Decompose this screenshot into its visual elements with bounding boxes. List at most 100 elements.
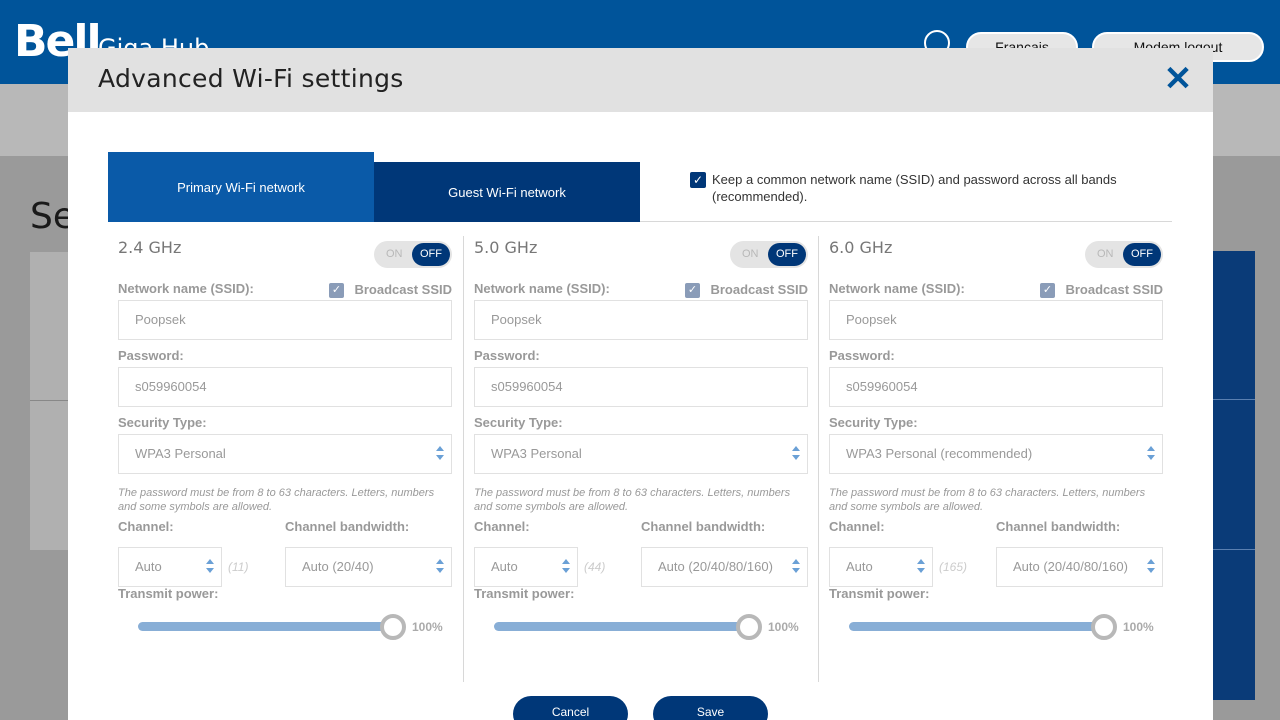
bandwidth-value: Auto (20/40/80/160)	[658, 559, 773, 574]
ssid-label: Network name (SSID):	[829, 281, 965, 296]
password-hint: The password must be from 8 to 63 charac…	[118, 487, 435, 513]
broadcast-ssid-label: Broadcast SSID	[710, 282, 808, 297]
modal-header: Advanced Wi-Fi settings ✕	[68, 48, 1213, 112]
side-panel	[1212, 251, 1255, 700]
cancel-button[interactable]: Cancel	[513, 696, 628, 720]
toggle-on-label: ON	[386, 248, 403, 260]
security-select[interactable]: WPA3 Personal (recommended)	[829, 434, 1163, 474]
toggle-off-label: OFF	[1123, 243, 1161, 266]
bandwidth-select[interactable]: Auto (20/40/80/160)	[996, 547, 1163, 587]
password-hint: The password must be from 8 to 63 charac…	[474, 487, 791, 513]
common-ssid-checkbox[interactable]: ✓	[690, 172, 706, 188]
transmit-label: Transmit power:	[118, 586, 219, 601]
ssid-label: Network name (SSID):	[474, 281, 610, 296]
broadcast-ssid-checkbox[interactable]: ✓	[329, 283, 344, 298]
bandwidth-value: Auto (20/40)	[302, 559, 374, 574]
broadcast-ssid-label: Broadcast SSID	[354, 282, 452, 297]
network-tabs: Primary Wi-Fi network Guest Wi-Fi networ…	[108, 152, 1172, 222]
transmit-value: 100%	[768, 620, 799, 634]
band-title: 6.0 GHz	[829, 238, 893, 257]
bandwidth-label: Channel bandwidth:	[996, 519, 1121, 534]
security-select[interactable]: WPA3 Personal	[118, 434, 452, 474]
select-arrows-icon	[792, 559, 800, 575]
slider-knob[interactable]	[736, 614, 762, 640]
bandwidth-select[interactable]: Auto (20/40/80/160)	[641, 547, 808, 587]
password-label: Password:	[474, 348, 540, 363]
channel-value: Auto	[846, 559, 873, 574]
ssid-input[interactable]: Poopsek	[474, 300, 808, 340]
channel-number: (11)	[228, 560, 249, 574]
channel-select[interactable]: Auto	[118, 547, 222, 587]
channel-label: Channel:	[829, 519, 885, 534]
bandwidth-label: Channel bandwidth:	[285, 519, 410, 534]
channel-value: Auto	[491, 559, 518, 574]
select-arrows-icon	[917, 559, 925, 575]
slider-knob[interactable]	[1091, 614, 1117, 640]
security-label: Security Type:	[118, 415, 207, 430]
select-arrows-icon	[792, 446, 800, 462]
broadcast-ssid-label: Broadcast SSID	[1065, 282, 1163, 297]
band-column-6-0: 6.0 GHz ON OFF Network name (SSID): ✓ Bro…	[818, 236, 1173, 682]
broadcast-ssid-checkbox[interactable]: ✓	[1040, 283, 1055, 298]
password-label: Password:	[829, 348, 895, 363]
channel-value: Auto	[135, 559, 162, 574]
select-arrows-icon	[436, 559, 444, 575]
password-input[interactable]: s059960054	[474, 367, 808, 407]
transmit-slider[interactable]	[494, 622, 751, 631]
select-arrows-icon	[436, 446, 444, 462]
transmit-slider[interactable]	[849, 622, 1106, 631]
security-value: WPA3 Personal	[491, 446, 582, 461]
ssid-input[interactable]: Poopsek	[829, 300, 1163, 340]
security-select[interactable]: WPA3 Personal	[474, 434, 808, 474]
transmit-value: 100%	[1123, 620, 1154, 634]
save-button[interactable]: Save	[653, 696, 768, 720]
broadcast-ssid-checkbox[interactable]: ✓	[685, 283, 700, 298]
tab-primary-wifi[interactable]: Primary Wi-Fi network	[108, 152, 374, 222]
channel-label: Channel:	[474, 519, 530, 534]
band-toggle[interactable]: ON OFF	[1085, 241, 1163, 268]
toggle-off-label: OFF	[768, 243, 806, 266]
bandwidth-select[interactable]: Auto (20/40)	[285, 547, 452, 587]
close-icon[interactable]: ✕	[1161, 62, 1195, 96]
select-arrows-icon	[1147, 446, 1155, 462]
channel-select[interactable]: Auto	[474, 547, 578, 587]
security-label: Security Type:	[474, 415, 563, 430]
select-arrows-icon	[206, 559, 214, 575]
band-column-2-4: 2.4 GHz ON OFF Network name (SSID): ✓ Bro…	[108, 236, 463, 682]
tab-guest-wifi[interactable]: Guest Wi-Fi network	[374, 162, 640, 222]
bandwidth-label: Channel bandwidth:	[641, 519, 766, 534]
toggle-off-label: OFF	[412, 243, 450, 266]
device-card	[30, 252, 70, 550]
select-arrows-icon	[1147, 559, 1155, 575]
toggle-on-label: ON	[742, 248, 759, 260]
security-value: WPA3 Personal	[135, 446, 226, 461]
common-ssid-label: Keep a common network name (SSID) and pa…	[712, 172, 1117, 204]
advanced-wifi-modal: Advanced Wi-Fi settings ✕ Primary Wi-Fi …	[68, 48, 1213, 720]
transmit-label: Transmit power:	[829, 586, 930, 601]
password-input[interactable]: s059960054	[829, 367, 1163, 407]
password-input[interactable]: s059960054	[118, 367, 452, 407]
band-toggle[interactable]: ON OFF	[730, 241, 808, 268]
security-value: WPA3 Personal (recommended)	[846, 446, 1033, 461]
bandwidth-value: Auto (20/40/80/160)	[1013, 559, 1128, 574]
band-title: 2.4 GHz	[118, 238, 182, 257]
channel-number: (44)	[584, 560, 606, 574]
transmit-label: Transmit power:	[474, 586, 575, 601]
channel-number: (165)	[939, 560, 968, 574]
security-label: Security Type:	[829, 415, 918, 430]
select-arrows-icon	[562, 559, 570, 575]
band-toggle[interactable]: ON OFF	[374, 241, 452, 268]
ssid-input[interactable]: Poopsek	[118, 300, 452, 340]
toggle-on-label: ON	[1097, 248, 1114, 260]
slider-knob[interactable]	[380, 614, 406, 640]
channel-label: Channel:	[118, 519, 174, 534]
password-hint: The password must be from 8 to 63 charac…	[829, 487, 1146, 513]
band-column-5-0: 5.0 GHz ON OFF Network name (SSID): ✓ Bro…	[463, 236, 818, 682]
ssid-label: Network name (SSID):	[118, 281, 254, 296]
password-label: Password:	[118, 348, 184, 363]
transmit-value: 100%	[412, 620, 443, 634]
channel-select[interactable]: Auto	[829, 547, 933, 587]
transmit-slider[interactable]	[138, 622, 395, 631]
modal-title: Advanced Wi-Fi settings	[98, 64, 404, 93]
band-title: 5.0 GHz	[474, 238, 538, 257]
